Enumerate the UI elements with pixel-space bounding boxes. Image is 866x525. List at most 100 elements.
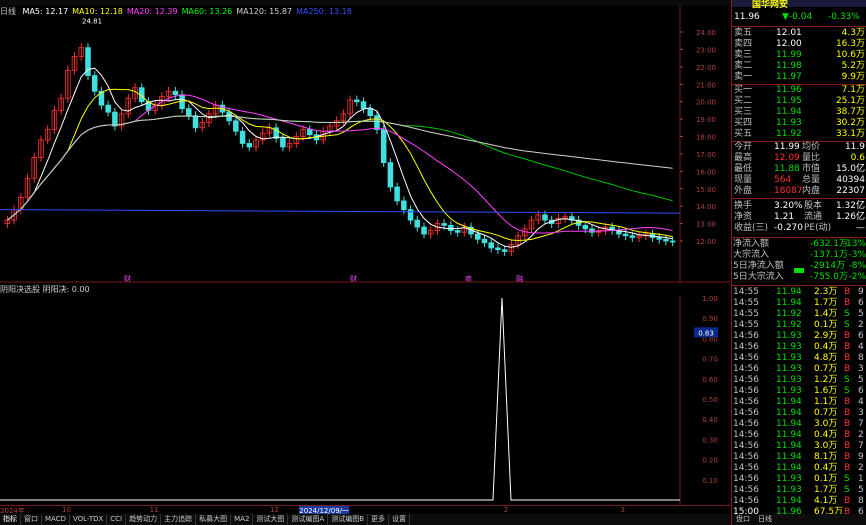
stat2-label: 换手: [734, 201, 753, 211]
ask-price: 11.99: [776, 50, 802, 60]
tick-time: 14:56: [733, 430, 759, 440]
indicator-tab[interactable]: 主力追踪: [161, 514, 197, 525]
bid-label: 买四: [734, 118, 753, 128]
indicator-tab[interactable]: MA2: [231, 514, 254, 525]
tick-row: 14:56 11.94 8.1万 B 9: [732, 452, 866, 463]
tick-direction: B: [844, 419, 851, 429]
flow-pct: -13%: [842, 239, 866, 249]
tick-row: 14:56 11.93 0.7万 B 3: [732, 364, 866, 375]
tick-volume: 8.1万: [814, 452, 838, 462]
tick-volume: 2.9万: [814, 331, 838, 341]
indicator-tab[interactable]: VOL-TDX: [70, 514, 108, 525]
ask-label: 卖一: [734, 72, 753, 82]
tick-price: 11.94: [776, 408, 802, 418]
price-change-pct: -0.33%: [828, 12, 860, 22]
stat-label: 现量: [734, 175, 753, 185]
ask-volume: 5.2万: [841, 61, 865, 71]
ask-row: 卖五 12.01 4.3万: [732, 28, 866, 39]
tick-volume: 0.4万: [814, 430, 838, 440]
tick-price: 11.94: [776, 419, 802, 429]
flow-row: 净流入额 -632.1万 -13%: [732, 239, 866, 250]
right-panel-tabs[interactable]: 盘口 日线: [732, 514, 866, 525]
tick-row: 14:56 11.93 1.6万 S 6: [732, 386, 866, 397]
tick-count: 2: [858, 320, 864, 330]
tick-price: 11.94: [776, 397, 802, 407]
stat-row: 最高 12.09 量比 0.6: [732, 153, 866, 164]
tick-row: 14:56 11.93 2.9万 B 6: [732, 331, 866, 342]
indicator-legend: 阴阳决选股 阴阳决: 0.00: [0, 285, 90, 294]
ask-label: 卖五: [734, 28, 753, 38]
indicator-tab[interactable]: 更多: [368, 514, 390, 525]
tick-row: 14:56 11.93 1.7万 S 5: [732, 485, 866, 496]
indicator-tab[interactable]: 测试大图: [253, 514, 289, 525]
ma-legend-item: MA250: 13.18: [296, 7, 352, 16]
stat-value: 11.99: [774, 142, 800, 152]
stat-label-2: 总量: [802, 175, 821, 185]
bid-price: 11.95: [776, 96, 802, 106]
indicator-tab[interactable]: 私募大图: [196, 514, 232, 525]
tick-row: 14:55 11.94 2.3万 B 9: [732, 287, 866, 298]
tick-count: 8: [858, 496, 864, 506]
tick-count: 7: [858, 441, 864, 451]
tick-time: 14:55: [733, 287, 759, 297]
tick-direction: B: [844, 331, 851, 341]
candle-body: [186, 108, 192, 116]
candle-body: [91, 75, 98, 92]
stat2-value-2: 1.26亿: [835, 212, 865, 222]
tick-price: 11.94: [776, 496, 802, 506]
flow-pct: -3%: [848, 250, 866, 260]
bid-volume: 7.1万: [841, 85, 865, 95]
stat-value-2: 0.6: [850, 153, 865, 163]
indicator-tab[interactable]: MACD: [42, 514, 70, 525]
indicator-tick: 0.60: [702, 376, 718, 384]
ask-label: 卖二: [734, 61, 753, 71]
candle-body: [622, 233, 629, 237]
indicator-tab[interactable]: 测试编图A: [288, 514, 329, 525]
separator: [732, 237, 866, 238]
stat-row: 现量 564 总量 40394: [732, 175, 866, 186]
candle-body: [387, 162, 394, 188]
ask-row: 卖一 11.97 9.9万: [732, 72, 866, 83]
tick-price: 11.94: [776, 441, 802, 451]
indicator-tabs[interactable]: 指标 窗口 MACD VOL-TDX CCI 趋势动力 主力追踪 私募大图 MA2 测试大图 测试编…: [0, 514, 730, 525]
tick-volume: 3.0万: [814, 441, 838, 451]
tick-row: 14:56 11.93 1.2万 S 5: [732, 375, 866, 386]
flow-row: 大宗流入 -137.1万 -3%: [732, 250, 866, 261]
indicator-tab[interactable]: 测试编图B: [328, 514, 369, 525]
stock-name: 国华网安: [752, 0, 789, 10]
candle-body: [454, 230, 461, 233]
stat2-value: -0.270: [774, 223, 804, 233]
indicator-tab[interactable]: 窗口: [21, 514, 42, 525]
stat-value-2: 11.9: [844, 142, 865, 152]
bid-label: 买五: [734, 129, 753, 139]
stat-row: 最低 11.88 市值 15.0亿: [732, 164, 866, 175]
bid-volume: 25.1万: [835, 96, 865, 106]
indicator-tab[interactable]: CCI: [107, 514, 127, 525]
ma-legend-item: MA120: 15.87: [236, 7, 293, 16]
ma5-line: [7, 67, 673, 248]
indicator-tick: 0.70: [702, 356, 718, 364]
indicator-tab[interactable]: 趋势动力: [126, 514, 162, 525]
tick-time: 14:56: [733, 496, 759, 506]
flow-label: 5日大宗流入: [733, 272, 784, 282]
tick-volume: 1.4万: [814, 309, 838, 319]
indicator-tab[interactable]: 指标: [0, 514, 21, 525]
price-tick: 13.00: [696, 221, 716, 229]
candle-body: [501, 249, 508, 252]
ma-legend-item: MA20: 12.39: [126, 7, 178, 16]
indicator-tick: 0.20: [702, 457, 718, 465]
right-tab[interactable]: 日线: [754, 514, 776, 525]
flow-bar: [794, 268, 804, 273]
candle-body: [407, 209, 414, 221]
tick-direction: S: [844, 474, 850, 484]
indicator-chart[interactable]: 1.00 0.90 0.80 0.70 0.60 0.50 0.40 0.30 0.20 0.10…: [0, 295, 730, 505]
ask-volume: 10.6万: [835, 50, 865, 60]
ma-legend-item: MA10: 12.18: [72, 7, 123, 16]
bid-price: 11.94: [776, 107, 802, 117]
kline-chart[interactable]: 24.00 23.00 22.00 21.00 20.00 19.00 18.00 17.00…: [0, 6, 730, 283]
ask-label: 卖三: [734, 50, 753, 60]
stat-label: 最高: [734, 153, 753, 163]
indicator-tab[interactable]: 设置: [389, 514, 411, 525]
tick-price: 11.94: [776, 298, 802, 308]
right-tab[interactable]: 盘口: [732, 514, 754, 525]
